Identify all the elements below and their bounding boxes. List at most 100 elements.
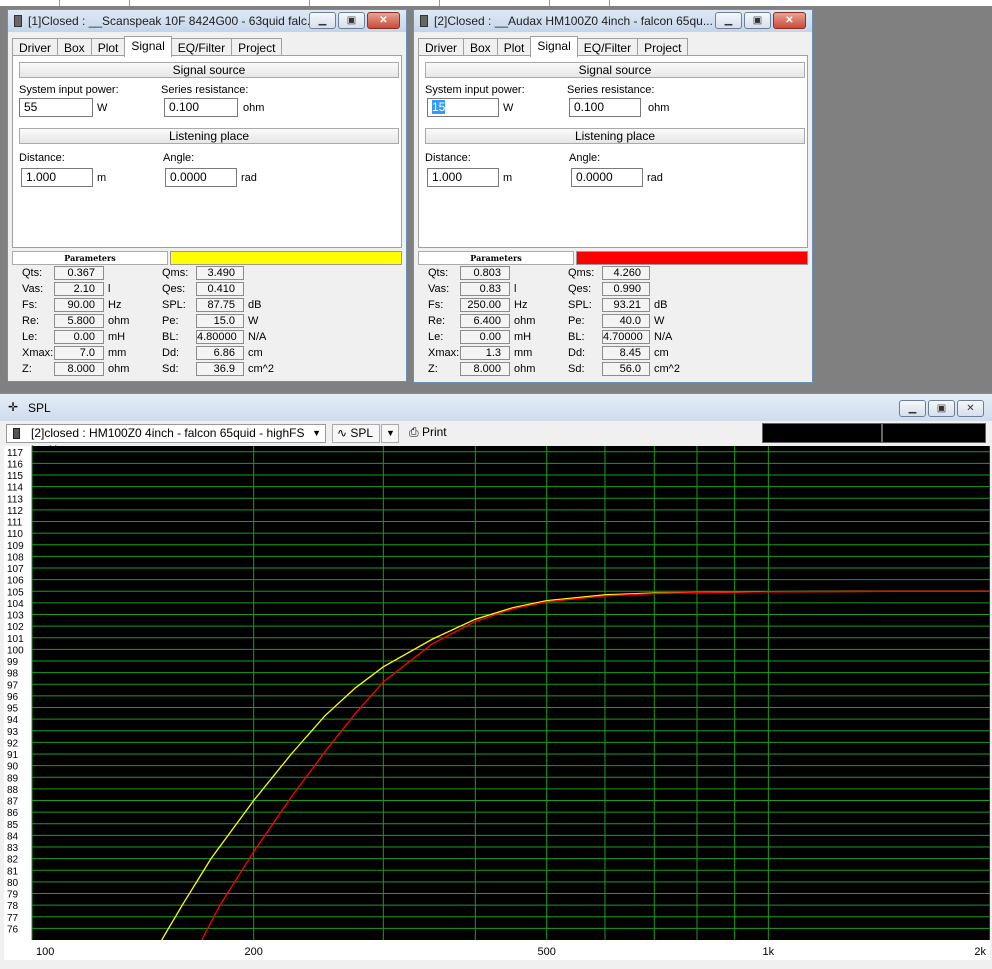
driver-color-swatch[interactable] [170, 251, 402, 265]
param-value: 8.45 [602, 346, 650, 360]
param-label: Qts: [428, 267, 449, 279]
param-label: Pe: [568, 315, 585, 327]
close-button[interactable]: ✕ [957, 400, 984, 417]
y-tick-label: 112 [7, 506, 23, 517]
distance-input[interactable]: 1.000 [21, 168, 93, 187]
window-title: [2]Closed : __Audax HM100Z0 4inch - falc… [434, 14, 713, 28]
param-label: Qts: [22, 267, 43, 279]
y-tick-label: 95 [7, 704, 19, 715]
spl-view-dropdown[interactable]: ▼ [381, 424, 399, 443]
y-tick-label: 84 [7, 831, 19, 842]
angle-unit: rad [241, 172, 257, 184]
angle-input[interactable]: 0.0000 [165, 168, 237, 187]
param-value: 0.367 [54, 266, 104, 280]
tab-box[interactable]: Box [463, 38, 498, 56]
y-tick-label: 89 [7, 773, 19, 784]
tab-signal[interactable]: Signal [530, 36, 578, 57]
selected-text: 15 [432, 100, 446, 114]
background-taskbar-strip [0, 0, 992, 6]
param-unit: ohm [514, 363, 536, 375]
close-button[interactable]: ✕ [367, 12, 400, 29]
param-value: 8.000 [460, 362, 510, 376]
maximize-button[interactable]: ▣ [338, 12, 365, 29]
param-unit: mm [108, 347, 127, 359]
speaker-icon [13, 428, 20, 439]
y-tick-label: 116 [7, 459, 23, 470]
y-tick-label: 86 [7, 808, 19, 819]
spl-view-button[interactable]: ∿ SPL [332, 424, 380, 443]
tab-eq-filter[interactable]: EQ/Filter [576, 38, 639, 56]
y-tick-label: 76 [7, 924, 19, 935]
tab-signal[interactable]: Signal [124, 36, 172, 57]
param-label: BL: [568, 331, 585, 343]
print-button[interactable]: ⎙ Print [405, 424, 457, 443]
y-tick-label: 90 [7, 762, 19, 773]
param-value: 1.3 [460, 346, 510, 360]
param-unit: dB [654, 299, 668, 311]
param-label: BL: [162, 331, 179, 343]
y-tick-label: 80 [7, 878, 19, 889]
param-label: Qms: [568, 267, 595, 279]
tab-project[interactable]: Project [637, 38, 689, 56]
param-value: 0.803 [460, 266, 510, 280]
y-tick-label: 98 [7, 669, 19, 680]
strip-seg [60, 0, 130, 6]
minimize-button[interactable]: ▁ [715, 12, 742, 29]
y-tick-label: 111 [7, 518, 23, 529]
strip-seg [310, 0, 440, 6]
tab-driver[interactable]: Driver [12, 38, 58, 56]
power-unit: W [503, 102, 514, 114]
param-unit: cm [248, 347, 263, 359]
param-value: 3.490 [196, 266, 244, 280]
param-label: Dd: [568, 347, 586, 359]
series-resistance-input[interactable]: 0.100 [164, 98, 238, 117]
series-resistance-input[interactable]: 0.100 [569, 98, 641, 117]
spl-plot[interactable]: 7677787980818283848586878889909192939495… [4, 446, 990, 960]
y-tick-label: 92 [7, 738, 19, 749]
spl-title-bar[interactable]: ✛ SPL ▁ ▣ ✕ [0, 394, 992, 421]
param-value: 5.800 [54, 314, 104, 328]
tab-plot[interactable]: Plot [496, 38, 532, 56]
param-unit: mH [514, 331, 532, 343]
param-unit: W [248, 315, 259, 327]
minimize-button[interactable]: ▁ [309, 12, 336, 29]
param-label: Re: [428, 315, 446, 327]
angle-unit: rad [647, 172, 663, 184]
param-value: 6.86 [196, 346, 244, 360]
speaker-icon [420, 15, 428, 27]
tab-box[interactable]: Box [57, 38, 92, 56]
tab-driver[interactable]: Driver [418, 38, 464, 56]
maximize-button[interactable]: ▣ [744, 12, 771, 29]
y-tick-label: 103 [7, 611, 24, 622]
param-unit: ohm [514, 315, 536, 327]
driver-select[interactable]: [2]closed : HM100Z0 4inch - falcon 65qui… [6, 424, 326, 457]
tab-eq-filter[interactable]: EQ/Filter [170, 38, 233, 56]
tab-plot[interactable]: Plot [90, 38, 126, 56]
system-input-power-input[interactable]: 15 [427, 98, 499, 117]
distance-input[interactable]: 1.000 [427, 168, 499, 187]
param-value: 40.0 [602, 314, 650, 328]
param-value: 0.00 [54, 330, 104, 344]
signal-panel: Signal source System input power: 55 W S… [12, 55, 402, 248]
param-value: 15.0 [196, 314, 244, 328]
readout-box-2 [882, 423, 986, 443]
y-tick-label: 99 [7, 657, 19, 668]
close-button[interactable]: ✕ [773, 12, 806, 29]
driver-color-swatch[interactable] [576, 251, 808, 265]
param-unit: mm [514, 347, 533, 359]
chevron-down-icon[interactable]: ▼ [312, 425, 321, 442]
strip-seg [130, 0, 310, 6]
system-input-power-input[interactable]: 55 [19, 98, 93, 117]
angle-input[interactable]: 0.0000 [571, 168, 643, 187]
param-label: Dd: [162, 347, 180, 359]
param-label: Xmax: [22, 347, 54, 359]
minimize-button[interactable]: ▁ [899, 400, 926, 417]
distance-unit: m [97, 172, 107, 184]
param-value: 87.75 [196, 298, 244, 312]
maximize-button[interactable]: ▣ [928, 400, 955, 417]
param-label: SPL: [162, 299, 186, 311]
tab-project[interactable]: Project [231, 38, 283, 56]
param-label: SPL: [568, 299, 592, 311]
param-unit: ohm [108, 315, 130, 327]
param-unit: Hz [108, 299, 122, 311]
